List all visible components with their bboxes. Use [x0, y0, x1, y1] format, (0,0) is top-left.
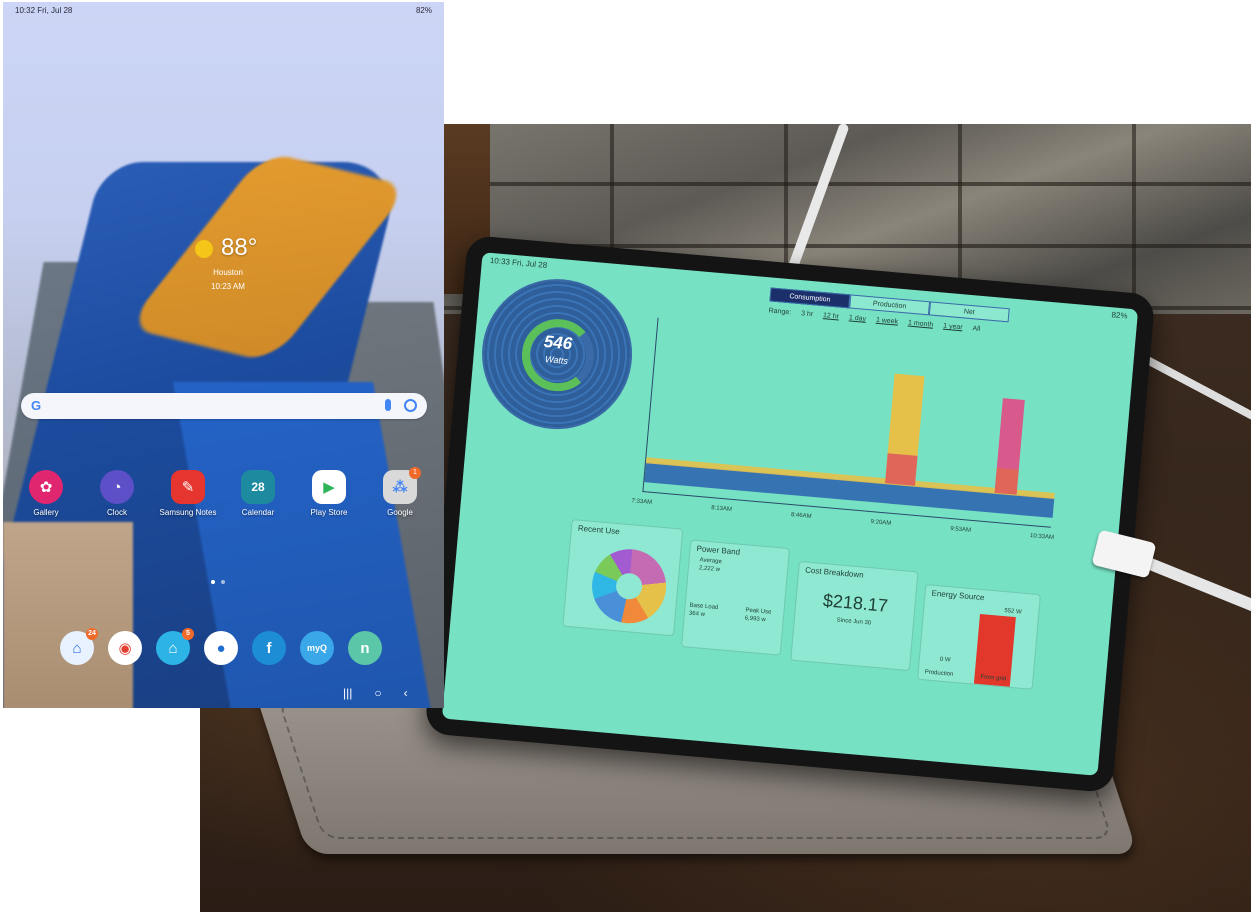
home-icon[interactable]: ⌂ 5: [156, 628, 194, 665]
tab-consumption[interactable]: Consumption: [769, 287, 851, 309]
power-band-average-value: 2,222 w: [698, 565, 721, 574]
power-band-title: Power Band: [696, 544, 741, 557]
recent-use-title: Recent Use: [577, 523, 620, 537]
microphone-icon[interactable]: [385, 399, 391, 411]
lens-icon[interactable]: [404, 399, 417, 412]
range-all[interactable]: All: [972, 325, 980, 333]
google-icon: G: [31, 398, 42, 413]
n-app-icon[interactable]: n: [348, 631, 382, 665]
power-gauge: 546 Watts: [475, 272, 639, 436]
gallery-icon: ✿: [29, 470, 63, 504]
tablet-bezel: 10:33 Fri, Jul 28 82% 546 Watts Consumpt…: [424, 234, 1156, 794]
range-1day[interactable]: 1 day: [849, 314, 867, 322]
page-dot[interactable]: [211, 580, 215, 584]
peak-use-value: 6,993 w: [744, 615, 766, 624]
power-band-card[interactable]: Power Band Average 2,222 w Base Load 364…: [680, 539, 791, 656]
x-tick: 10:33AM: [1029, 533, 1055, 542]
consumption-chart: 7:33AM 8:13AM 8:46AM 9:20AM 9:53AM 10:33…: [631, 317, 1076, 544]
x-tick: 9:20AM: [870, 519, 892, 527]
google-search-bar[interactable]: G: [21, 393, 427, 419]
app-label: Clock: [106, 508, 127, 517]
page-dot[interactable]: [221, 580, 225, 584]
wallpaper-shape: [3, 522, 133, 708]
tablet-status-time: 10:33 Fri, Jul 28: [489, 255, 548, 270]
app-clock[interactable]: ◔ Clock: [84, 470, 150, 517]
weather-time: 10:23 AM: [211, 282, 245, 291]
app-google-folder[interactable]: ⁂ 1 Google: [367, 467, 433, 517]
sun-icon: [195, 240, 213, 258]
navigation-bar: ||| ○ ‹: [343, 686, 408, 700]
home-button[interactable]: ○: [374, 686, 381, 700]
tablet-battery: 82%: [1111, 310, 1128, 321]
cost-breakdown-card[interactable]: Cost Breakdown $218.17 Since Jun 30: [790, 560, 919, 672]
range-1week[interactable]: 1 week: [876, 317, 899, 326]
x-tick: 9:53AM: [950, 526, 972, 534]
app-label: Calendar: [241, 508, 275, 517]
x-tick: 7:33AM: [631, 498, 653, 506]
energy-top-label: 552 W: [1004, 608, 1022, 616]
weather-location: Houston: [213, 268, 243, 277]
app-calendar[interactable]: 28 Calendar: [225, 470, 291, 517]
chart-plot-area: [642, 317, 1067, 528]
notification-badge: 5: [182, 628, 194, 640]
notification-badge: 1: [409, 467, 421, 479]
app-label: Google: [387, 508, 413, 517]
tab-production[interactable]: Production: [849, 294, 931, 316]
app-samsung-notes[interactable]: ✎ Samsung Notes: [155, 470, 221, 517]
home-screen-screenshot: 10:32 Fri, Jul 28 82% 88° Houston 10:23 …: [3, 2, 444, 708]
f-app-icon[interactable]: f: [252, 631, 286, 665]
app-gallery[interactable]: ✿ Gallery: [13, 470, 79, 517]
range-1year[interactable]: 1 year: [943, 323, 963, 332]
chart-spike-1-base: [885, 453, 918, 486]
x-tick: 8:13AM: [710, 505, 733, 513]
app-play-store[interactable]: ▶ Play Store: [296, 470, 362, 517]
temperature: 88°: [221, 234, 258, 261]
back-button[interactable]: ‹: [404, 686, 408, 700]
range-12hr[interactable]: 12 hr: [823, 312, 840, 320]
battery-indicator: 82%: [415, 6, 432, 15]
base-load-label: Base Load: [689, 602, 719, 612]
peak-use-label: Peak Use: [745, 607, 772, 616]
cost-breakdown-title: Cost Breakdown: [804, 565, 865, 580]
play-store-icon: ▶: [312, 470, 346, 504]
range-1month[interactable]: 1 month: [908, 320, 934, 329]
production-label: Production: [924, 669, 954, 678]
chrome-icon[interactable]: ◉: [108, 631, 142, 665]
app-label: Play Store: [310, 508, 348, 517]
notification-badge: 24: [86, 628, 98, 640]
tab-net[interactable]: Net: [928, 301, 1010, 323]
composite-image: 10:33 Fri, Jul 28 82% 546 Watts Consumpt…: [0, 0, 1251, 912]
x-tick: 8:46AM: [790, 512, 812, 520]
smartthings-icon[interactable]: ⌂ 24: [60, 628, 98, 665]
notes-icon: ✎: [171, 470, 205, 504]
energy-source-title: Energy Source: [931, 588, 985, 603]
app-label: Gallery: [33, 508, 59, 517]
water-drop-icon[interactable]: ●: [204, 631, 238, 665]
calendar-icon: 28: [241, 470, 275, 504]
energy-dashboard-screen: 10:33 Fri, Jul 28 82% 546 Watts Consumpt…: [441, 252, 1139, 776]
range-label: Range:: [768, 307, 792, 317]
status-time: 10:32 Fri, Jul 28: [15, 6, 73, 15]
recents-button[interactable]: |||: [343, 686, 352, 700]
power-band-average-label: Average: [699, 557, 723, 566]
range-3hr[interactable]: 3 hr: [801, 310, 814, 318]
recent-use-pie: [589, 546, 670, 627]
energy-source-card[interactable]: Energy Source 552 W 0 W Production From …: [917, 584, 1041, 690]
chart-svg: [644, 373, 1055, 518]
energy-zero-label: 0 W: [939, 656, 951, 664]
myq-icon[interactable]: myQ: [300, 631, 334, 665]
chart-spike-2-base: [994, 467, 1019, 495]
base-load-value: 364 w: [688, 610, 706, 618]
app-label: Samsung Notes: [159, 508, 217, 517]
clock-icon: ◔: [100, 470, 134, 504]
pie-hole: [615, 572, 644, 601]
page-indicator: [211, 580, 225, 584]
recent-use-card[interactable]: Recent Use: [562, 518, 684, 637]
